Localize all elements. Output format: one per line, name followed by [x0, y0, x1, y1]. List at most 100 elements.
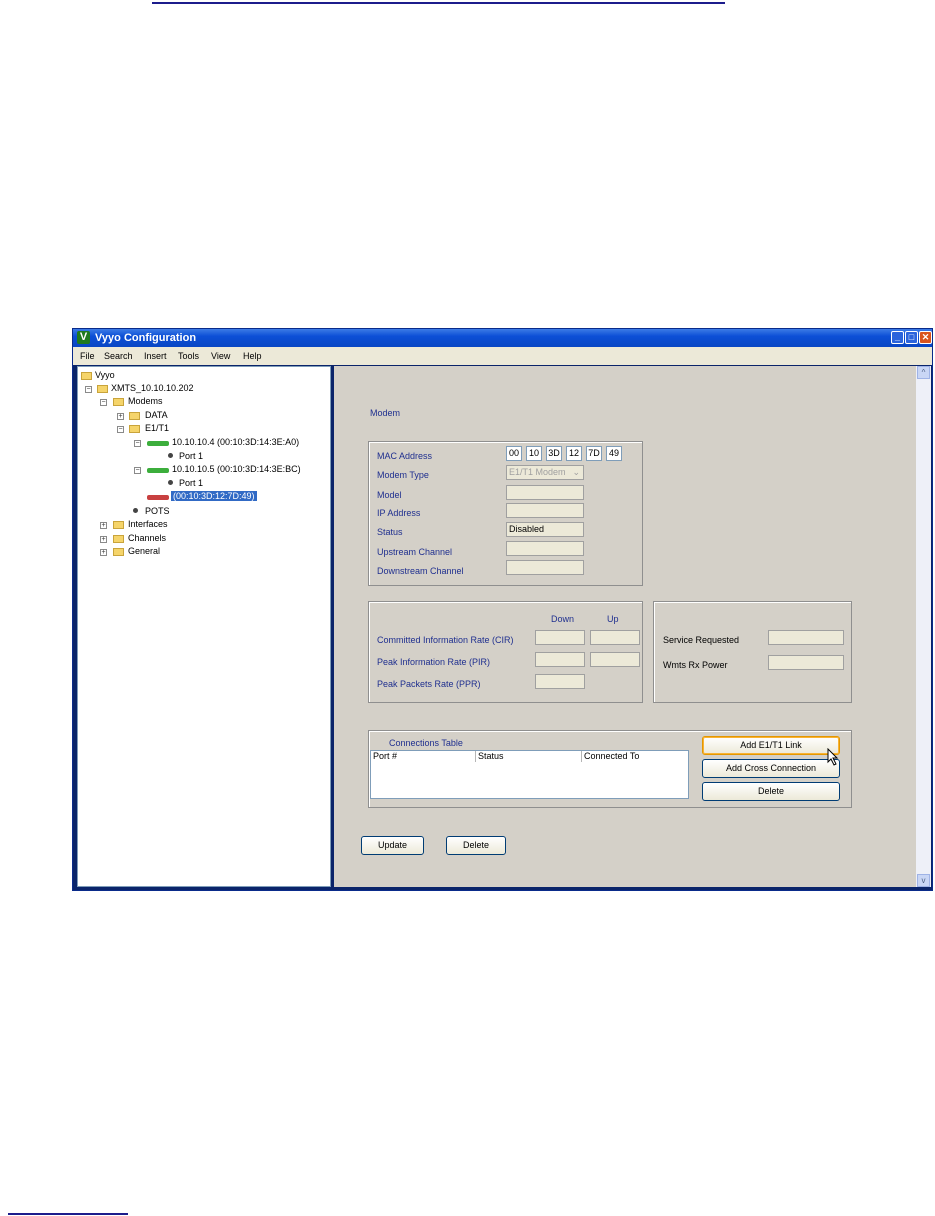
details-panel: Modem MAC Address 00 10 3D 12 7D 49 Mode…: [334, 366, 916, 887]
tree-item-vyyo[interactable]: Vyyo: [95, 370, 115, 380]
collapse-icon[interactable]: −: [117, 426, 124, 433]
port-dot-icon: [168, 480, 173, 485]
collapse-icon[interactable]: −: [134, 467, 141, 474]
scroll-down-icon[interactable]: v: [917, 874, 930, 887]
tree-item-modem-3-selected[interactable]: (00:10:3D:12:7D:49): [171, 491, 257, 501]
add-e1t1-link-button[interactable]: Add E1/T1 Link: [702, 736, 840, 755]
delete-connection-button[interactable]: Delete: [702, 782, 840, 801]
folder-icon: [113, 548, 124, 556]
ip-label: IP Address: [377, 508, 421, 518]
up-header: Up: [607, 614, 619, 624]
tree-item-modems[interactable]: Modems: [128, 396, 163, 406]
add-cross-connection-button[interactable]: Add Cross Connection: [702, 759, 840, 778]
folder-icon: [129, 412, 140, 420]
tree-item-xmts[interactable]: XMTS_10.10.10.202: [111, 383, 194, 393]
tree-item-e1t1[interactable]: E1/T1: [145, 423, 169, 433]
pots-dot-icon: [133, 508, 138, 513]
modem-type-select[interactable]: E1/T1 Modem ⌄: [506, 465, 584, 480]
vyyo-logo-icon: V: [77, 331, 90, 344]
ppr-label: Peak Packets Rate (PPR): [377, 679, 481, 689]
mac-octet-2[interactable]: 10: [526, 446, 542, 461]
status-field[interactable]: Disabled: [506, 522, 584, 537]
section-title: Modem: [370, 408, 401, 418]
model-field[interactable]: [506, 485, 584, 500]
cir-label: Committed Information Rate (CIR): [377, 635, 514, 645]
menu-view[interactable]: View: [211, 351, 230, 361]
menu-help[interactable]: Help: [243, 351, 262, 361]
window-title: Vyyo Configuration: [95, 332, 197, 344]
modem-icon: [147, 441, 169, 446]
connections-table[interactable]: Port # Status Connected To: [370, 750, 689, 799]
port-dot-icon: [168, 453, 173, 458]
ppr-down-field[interactable]: [535, 674, 585, 689]
expand-icon[interactable]: +: [100, 549, 107, 556]
tree-item-modem-2[interactable]: 10.10.10.5 (00:10:3D:14:3E:BC): [172, 464, 301, 474]
update-button[interactable]: Update: [361, 836, 424, 855]
tree-item-pots[interactable]: POTS: [145, 506, 170, 516]
upstream-label: Upstream Channel: [377, 547, 453, 557]
col-header-status[interactable]: Status: [476, 751, 582, 762]
mac-octet-5[interactable]: 7D: [586, 446, 602, 461]
folder-icon: [97, 385, 108, 393]
wmts-label: Wmts Rx Power: [663, 660, 728, 670]
delete-button[interactable]: Delete: [446, 836, 506, 855]
close-icon[interactable]: ✕: [919, 331, 932, 344]
mac-label: MAC Address: [377, 451, 433, 461]
tree-item-modem-1-port[interactable]: Port 1: [179, 451, 203, 461]
collapse-icon[interactable]: −: [85, 386, 92, 393]
menu-tools[interactable]: Tools: [178, 351, 199, 361]
scroll-up-icon[interactable]: ^: [917, 366, 930, 379]
tree-item-channels[interactable]: Channels: [128, 533, 166, 543]
top-rule: [152, 2, 725, 4]
tree-item-modem-2-port[interactable]: Port 1: [179, 478, 203, 488]
status-label: Status: [377, 527, 403, 537]
folder-icon: [129, 425, 140, 433]
folder-icon: [113, 521, 124, 529]
menu-insert[interactable]: Insert: [144, 351, 167, 361]
modem-icon: [147, 468, 169, 473]
mac-octet-6[interactable]: 49: [606, 446, 622, 461]
cursor-icon: [827, 748, 839, 766]
cir-up-field[interactable]: [590, 630, 640, 645]
model-label: Model: [377, 490, 402, 500]
app-window: V Vyyo Configuration _ □ ✕ File Search I…: [72, 328, 933, 891]
tree-item-data[interactable]: DATA: [145, 410, 168, 420]
folder-icon: [113, 398, 124, 406]
col-header-port[interactable]: Port #: [371, 751, 476, 762]
connections-title: Connections Table: [389, 738, 463, 748]
folder-icon: [81, 372, 92, 380]
tree-item-interfaces[interactable]: Interfaces: [128, 519, 168, 529]
minimize-icon[interactable]: _: [891, 331, 904, 344]
upstream-field[interactable]: [506, 541, 584, 556]
mac-octet-4[interactable]: 12: [566, 446, 582, 461]
navigation-tree: Vyyo − XMTS_10.10.10.202 − Modems + DATA…: [77, 366, 331, 887]
pir-up-field[interactable]: [590, 652, 640, 667]
vertical-scrollbar[interactable]: ^ v: [916, 366, 931, 887]
menu-search[interactable]: Search: [104, 351, 133, 361]
mac-octet-1[interactable]: 00: [506, 446, 522, 461]
expand-icon[interactable]: +: [117, 413, 124, 420]
service-field[interactable]: [768, 630, 844, 645]
ip-field[interactable]: [506, 503, 584, 518]
maximize-icon[interactable]: □: [905, 331, 918, 344]
mac-octet-3[interactable]: 3D: [546, 446, 562, 461]
wmts-field[interactable]: [768, 655, 844, 670]
cir-down-field[interactable]: [535, 630, 585, 645]
collapse-icon[interactable]: −: [100, 399, 107, 406]
menu-file[interactable]: File: [80, 351, 95, 361]
tree-item-modem-1[interactable]: 10.10.10.4 (00:10:3D:14:3E:A0): [172, 437, 299, 447]
expand-icon[interactable]: +: [100, 522, 107, 529]
service-label: Service Requested: [663, 635, 740, 645]
pir-label: Peak Information Rate (PIR): [377, 657, 491, 667]
title-bar: V Vyyo Configuration _ □ ✕: [73, 329, 932, 347]
tree-item-general[interactable]: General: [128, 546, 160, 556]
downstream-field[interactable]: [506, 560, 584, 575]
col-header-connected[interactable]: Connected To: [582, 751, 688, 762]
bottom-rule: [8, 1213, 128, 1215]
expand-icon[interactable]: +: [100, 536, 107, 543]
pir-down-field[interactable]: [535, 652, 585, 667]
collapse-icon[interactable]: −: [134, 440, 141, 447]
folder-icon: [113, 535, 124, 543]
chevron-down-icon: ⌄: [572, 467, 580, 477]
service-group: [653, 601, 852, 703]
